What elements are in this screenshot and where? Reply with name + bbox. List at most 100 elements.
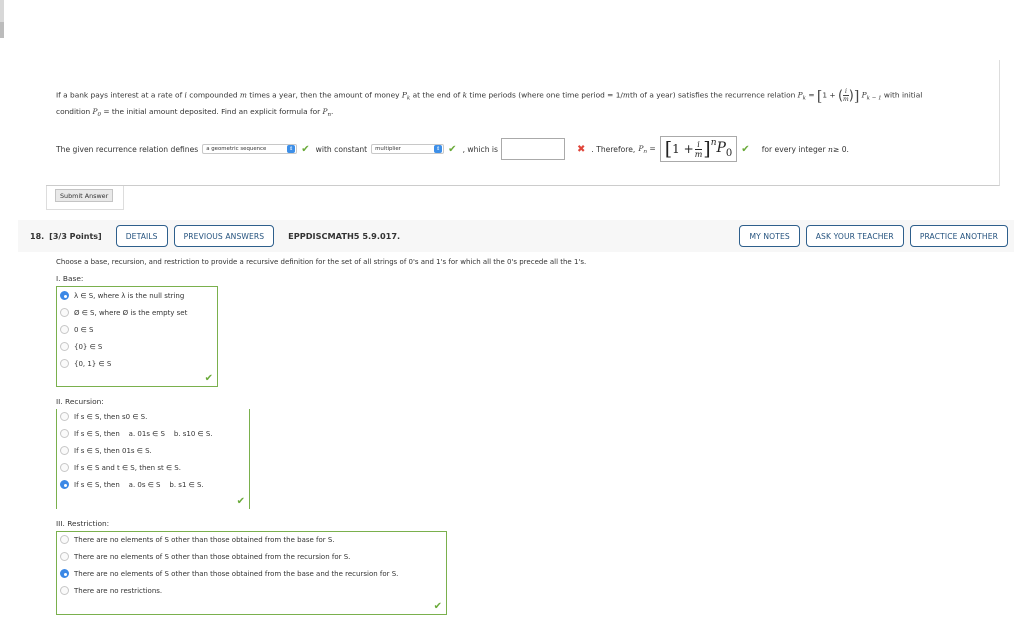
- correct-check-icon: ✔: [433, 601, 442, 612]
- correct-check-icon: ✔: [204, 373, 213, 384]
- radio[interactable]: [60, 342, 69, 351]
- option-label: There are no elements of S other than th…: [74, 535, 335, 544]
- recursion-option[interactable]: If s ∈ S, then s0 ∈ S.: [60, 412, 147, 421]
- formula-fraction: im: [695, 140, 703, 159]
- answer-row: The given recurrence relation defines a …: [56, 136, 849, 162]
- radio[interactable]: [60, 535, 69, 544]
- recursion-section-title: II. Recursion:: [56, 397, 104, 406]
- question-code: EPPDISCMATH5 5.9.017.: [288, 231, 401, 241]
- radio[interactable]: [60, 359, 69, 368]
- radio[interactable]: [60, 412, 69, 421]
- previous-answers-button[interactable]: PREVIOUS ANSWERS: [173, 225, 275, 247]
- question-number: 18.: [30, 231, 45, 241]
- radio-selected[interactable]: [60, 291, 69, 300]
- recursion-option[interactable]: If s ∈ S, then a. 0s ∈ S b. s1 ∈ S.: [60, 480, 204, 489]
- explicit-formula-answer[interactable]: [ 1 + im ] n P0: [659, 136, 738, 162]
- option-label: There are no restrictions.: [74, 586, 163, 595]
- select-arrows-icon: ⇕: [287, 145, 296, 153]
- base-option[interactable]: {0, 1} ∈ S: [60, 359, 111, 368]
- constant-type-select[interactable]: multiplier ⇕: [371, 144, 445, 154]
- restriction-option[interactable]: There are no restrictions.: [60, 586, 162, 595]
- recursion-option[interactable]: If s ∈ S and t ∈ S, then st ∈ S.: [60, 463, 181, 472]
- base-option[interactable]: 0 ∈ S: [60, 325, 93, 334]
- formula-one-plus: 1 +: [672, 142, 694, 156]
- restriction-option[interactable]: There are no elements of S other than th…: [60, 569, 398, 578]
- option-label: If s ∈ S, then 01s ∈ S.: [74, 446, 152, 455]
- restriction-section-title: III. Restriction:: [56, 519, 110, 528]
- select-arrows-icon: ⇕: [434, 145, 443, 153]
- restriction-option[interactable]: There are no elements of S other than th…: [60, 552, 350, 561]
- option-label: {0} ∈ S: [74, 342, 103, 351]
- my-notes-button[interactable]: MY NOTES: [739, 225, 800, 247]
- base-option[interactable]: Ø ∈ S, where Ø is the empty set: [60, 308, 187, 317]
- text: If a bank pays interest at a rate of: [56, 90, 185, 100]
- recursion-options-box: If s ∈ S, then s0 ∈ S. If s ∈ S, then a.…: [56, 409, 250, 509]
- restriction-option[interactable]: There are no elements of S other than th…: [60, 535, 335, 544]
- radio[interactable]: [60, 463, 69, 472]
- text: at the end of: [410, 90, 463, 100]
- text: . Therefore,: [591, 144, 636, 154]
- correct-check-icon: ✔: [301, 143, 310, 155]
- incorrect-x-icon: ✖: [577, 143, 586, 155]
- var: P: [716, 139, 726, 156]
- recursion-option[interactable]: If s ∈ S, then a. 01s ∈ S b. s10 ∈ S.: [60, 429, 213, 438]
- option-label: 0 ∈ S: [74, 325, 94, 334]
- constant-value-input[interactable]: [501, 138, 565, 160]
- previous-problem-panel: If a bank pays interest at a rate of i c…: [46, 60, 1000, 186]
- text: times a year, then the amount of money: [246, 90, 402, 100]
- option-label: {0, 1} ∈ S: [74, 359, 112, 368]
- option-label: If s ∈ S, then a. 0s ∈ S b. s1 ∈ S.: [74, 480, 204, 489]
- option-label: There are no elements of S other than th…: [74, 552, 351, 561]
- question-points: [3/3 Points]: [49, 231, 102, 241]
- radio[interactable]: [60, 429, 69, 438]
- option-label: λ ∈ S, where λ is the null string: [74, 291, 185, 300]
- exponent: n: [710, 138, 717, 148]
- select-value: a geometric sequence: [206, 146, 267, 152]
- base-option[interactable]: λ ∈ S, where λ is the null string: [60, 291, 184, 300]
- base-option[interactable]: {0} ∈ S: [60, 342, 102, 351]
- text: = the initial amount deposited. Find an …: [101, 107, 323, 116]
- details-button[interactable]: DETAILS: [115, 225, 168, 247]
- radio[interactable]: [60, 586, 69, 595]
- subscript: 0: [725, 147, 733, 159]
- scrollbar[interactable]: [0, 0, 4, 38]
- radio[interactable]: [60, 308, 69, 317]
- text: th of a year) satisfies the recurrence r…: [629, 90, 798, 100]
- denominator: m: [694, 149, 703, 159]
- text: time periods (where one time period = 1/: [467, 90, 623, 100]
- text: ≥ 0.: [832, 144, 849, 154]
- sequence-type-select[interactable]: a geometric sequence ⇕: [202, 144, 298, 154]
- bracket-left: [: [664, 138, 673, 160]
- text: 1 +: [822, 90, 838, 100]
- submit-answer-button[interactable]: Submit Answer: [55, 189, 114, 202]
- radio[interactable]: [60, 446, 69, 455]
- scrollbar-thumb[interactable]: [0, 22, 4, 38]
- text: condition: [56, 107, 93, 116]
- problem-statement-line-1: If a bank pays interest at a rate of i c…: [56, 88, 922, 105]
- text: with constant: [315, 144, 368, 154]
- base-options-box: λ ∈ S, where λ is the null string Ø ∈ S,…: [56, 286, 218, 387]
- pn-label: Pn =: [638, 143, 656, 155]
- correct-check-icon: ✔: [236, 496, 245, 507]
- option-label: If s ∈ S, then a. 01s ∈ S b. s10 ∈ S.: [74, 429, 213, 438]
- practice-another-button[interactable]: PRACTICE ANOTHER: [909, 225, 1008, 247]
- recursion-option[interactable]: If s ∈ S, then 01s ∈ S.: [60, 446, 152, 455]
- bracket-right: ]: [703, 138, 711, 160]
- answer-prefix-text: The given recurrence relation defines: [56, 144, 199, 154]
- bracket-right: ]: [853, 88, 860, 105]
- option-label: There are no elements of S other than th…: [74, 569, 399, 578]
- radio-selected[interactable]: [60, 569, 69, 578]
- formula-P: P0: [717, 140, 733, 159]
- ask-your-teacher-button[interactable]: ASK YOUR TEACHER: [805, 225, 904, 247]
- question-instructions: Choose a base, recursion, and restrictio…: [56, 258, 587, 266]
- radio[interactable]: [60, 325, 69, 334]
- option-label: If s ∈ S, then s0 ∈ S.: [74, 412, 148, 421]
- text: , which is: [462, 144, 498, 154]
- var: m: [622, 90, 630, 100]
- radio[interactable]: [60, 552, 69, 561]
- text: compounded: [186, 90, 240, 100]
- subscript: n: [643, 148, 647, 155]
- question-header: 18. [3/3 Points] DETAILS PREVIOUS ANSWER…: [18, 220, 1014, 252]
- radio-selected[interactable]: [60, 480, 69, 489]
- numerator: i: [695, 139, 702, 150]
